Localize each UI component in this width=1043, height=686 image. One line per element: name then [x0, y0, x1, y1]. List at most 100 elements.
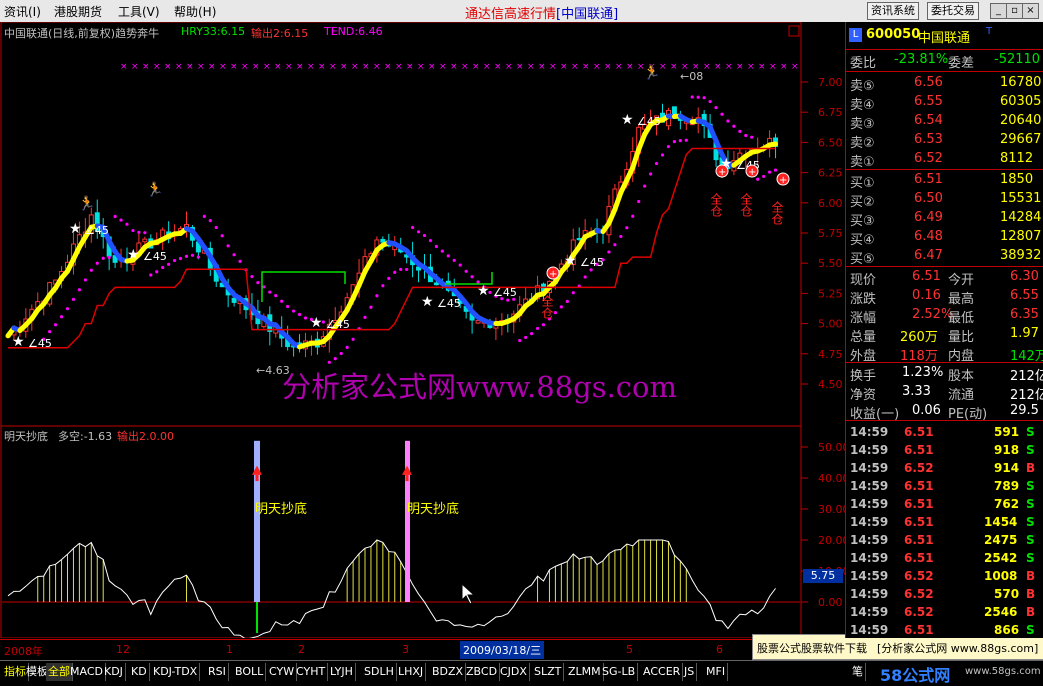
tend-dot: [66, 307, 69, 310]
sub-chart-frame: [1, 426, 801, 638]
minimize-icon[interactable]: _: [990, 3, 1007, 19]
signal-x-mark: ×: [670, 62, 678, 72]
book-price: 6.48: [914, 229, 943, 244]
tab-zlmm[interactable]: ZLMM: [566, 663, 604, 681]
runner-icon: 🏃: [643, 64, 660, 81]
duokong-value: 多空:-1.63: [58, 428, 112, 444]
full-position-label: 全仓: [709, 192, 723, 217]
full-position-label: 全仓: [770, 200, 784, 225]
tick-price: 6.51: [904, 497, 934, 511]
full-position-label: 全仓: [739, 192, 753, 217]
book-price: 6.56: [914, 75, 943, 90]
signal-x-mark: ×: [307, 62, 315, 72]
tab-kdj[interactable]: KDJ: [102, 663, 126, 681]
signal-x-mark: ×: [340, 62, 348, 72]
menu-news[interactable]: 资讯(I): [4, 3, 41, 20]
restore-icon[interactable]: ▫: [1006, 3, 1023, 19]
tend-dot: [655, 162, 658, 165]
support-line: [8, 148, 776, 347]
tab-lyjh[interactable]: LYJH: [328, 663, 356, 681]
star-label: ∠45: [85, 224, 109, 237]
trend-line-segment: [770, 144, 776, 145]
kline-chart[interactable]: 7.006.756.506.256.005.755.505.255.004.75…: [0, 22, 845, 638]
tab-sdlh[interactable]: SDLH: [362, 663, 397, 681]
date-label: 3: [402, 643, 409, 656]
runner-icon: 🏃: [78, 195, 95, 212]
stat-label: 净资: [850, 384, 876, 403]
menu-help[interactable]: 帮助(H): [174, 3, 216, 20]
sell-level-row: 卖④6.5560305: [846, 93, 1043, 112]
tend-dot: [369, 306, 372, 309]
tab-boll[interactable]: BOLL: [233, 663, 266, 681]
tab-js[interactable]: JS: [682, 663, 697, 681]
tend-dot: [417, 230, 420, 233]
tend-dot: [518, 339, 521, 342]
signal-x-mark: ×: [505, 62, 513, 72]
bottom-signal-bar: [254, 441, 260, 602]
signal-x-mark: ×: [241, 62, 249, 72]
menu-hk-futures[interactable]: 港股期货: [54, 3, 102, 20]
divider: [846, 49, 1043, 50]
plus-icon: +: [779, 175, 787, 186]
tend-dot: [536, 327, 539, 330]
tend-dot: [643, 184, 646, 187]
tab-tick[interactable]: 笔: [850, 663, 866, 681]
menu-tools[interactable]: 工具(V): [118, 3, 160, 20]
y-tick-label: 20.00: [818, 534, 845, 547]
tab-slzt[interactable]: SLZT: [532, 663, 564, 681]
tab-cjdx[interactable]: CJDX: [498, 663, 530, 681]
star-icon: ★: [69, 221, 82, 237]
tab-cyht[interactable]: CYHT: [294, 663, 328, 681]
arrow-up-icon: [252, 466, 262, 475]
stat-value: 3.33: [902, 384, 931, 399]
signal-x-mark: ×: [318, 62, 326, 72]
signal-x-mark: ×: [736, 62, 744, 72]
book-level-label: 卖④: [850, 94, 875, 113]
y-tick-label: 5.00: [818, 318, 843, 331]
signal-x-mark: ×: [428, 62, 436, 72]
signal-x-mark: ×: [461, 62, 469, 72]
bottom-signal-bar: [405, 441, 410, 602]
tab-rsi[interactable]: RSI: [206, 663, 229, 681]
tick-side: B: [1026, 569, 1035, 583]
close-icon[interactable]: ×: [1022, 3, 1039, 19]
tend-dot: [96, 262, 99, 265]
app-title-stock: [中国联通]: [556, 7, 618, 22]
info-system-button[interactable]: 资讯系统: [867, 2, 919, 20]
tend-dot: [48, 330, 51, 333]
tick-volume: 762: [994, 497, 1019, 511]
tab-mfi[interactable]: MFI: [704, 663, 728, 681]
weibi-label: 委比: [850, 52, 876, 71]
stock-code: 600050: [866, 27, 920, 42]
tend-dot: [274, 294, 277, 297]
tend-dot: [720, 113, 723, 116]
tend-dot: [542, 323, 545, 326]
tab-zbcd[interactable]: ZBCD: [464, 663, 500, 681]
tick-volume: 570: [994, 587, 1019, 601]
book-level-label: 买②: [850, 191, 875, 210]
book-price: 6.55: [914, 94, 943, 109]
signal-x-mark: ×: [615, 62, 623, 72]
tab-lhxj[interactable]: LHXJ: [396, 663, 426, 681]
app-title-text: 通达信高速行情: [465, 7, 556, 22]
y-tick-label: 50.00: [818, 441, 845, 454]
tend-dot: [637, 200, 640, 203]
tab-accer[interactable]: ACCER: [641, 663, 683, 681]
tab-kd[interactable]: KD: [129, 663, 150, 681]
tab-kdj-tdx[interactable]: KDJ-TDX: [151, 663, 200, 681]
tab-cyw[interactable]: CYW: [267, 663, 297, 681]
tend-dot: [179, 257, 182, 260]
signal-x-mark: ×: [725, 62, 733, 72]
stat-row: 涨幅2.52%最低6.35: [846, 306, 1043, 325]
book-level-label: 买⑤: [850, 248, 875, 267]
chart-panel[interactable]: 7.006.756.506.256.005.755.505.255.004.75…: [0, 22, 845, 638]
tab-macd[interactable]: MACD: [68, 663, 106, 681]
tend-dot: [155, 270, 158, 273]
tab-bdzx[interactable]: BDZX: [430, 663, 466, 681]
stat-value: 212亿: [1010, 384, 1043, 403]
plus-icon: +: [549, 269, 557, 280]
trade-button[interactable]: 委托交易: [927, 2, 979, 20]
book-volume: 16780: [1000, 75, 1041, 90]
tab-sg-lb[interactable]: SG-LB: [600, 663, 638, 681]
tend-dot: [471, 275, 474, 278]
